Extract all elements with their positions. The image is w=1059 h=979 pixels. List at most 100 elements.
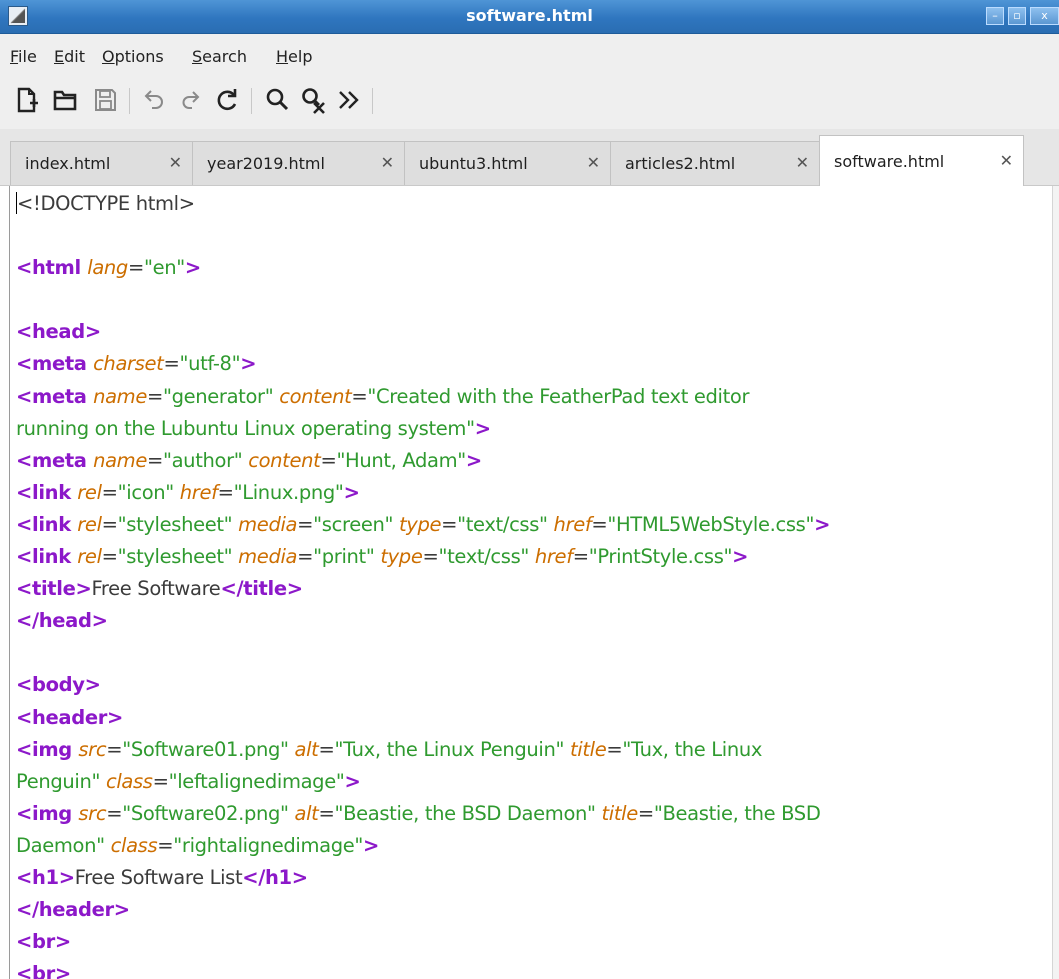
code-line[interactable]: <br> xyxy=(16,926,1056,958)
code-token: "Software02.png" xyxy=(122,801,295,825)
tab-bar: index.html ✕ year2019.html ✕ ubuntu3.htm… xyxy=(0,129,1059,186)
code-line[interactable]: <!DOCTYPE html> xyxy=(16,188,1056,220)
code-line[interactable]: <head> xyxy=(16,316,1056,348)
code-token: "author" xyxy=(162,448,249,472)
code-line[interactable]: <br> xyxy=(16,958,1056,979)
code-token: > xyxy=(240,352,257,376)
code-line[interactable]: <body> xyxy=(16,669,1056,701)
code-token: title xyxy=(601,801,639,825)
code-line[interactable]: running on the Lubuntu Linux operating s… xyxy=(16,413,1056,445)
tab-label: software.html xyxy=(834,152,945,171)
code-token: = xyxy=(152,769,169,793)
code-token: class xyxy=(110,833,158,857)
code-line[interactable]: <img src="Software02.png" alt="Beastie, … xyxy=(16,798,1056,830)
tab-close-icon[interactable]: ✕ xyxy=(1000,151,1013,170)
toolbar-separator xyxy=(129,88,130,114)
code-line[interactable]: <img src="Software01.png" alt="Tux, the … xyxy=(16,734,1056,766)
menu-search[interactable]: Search xyxy=(192,47,247,66)
code-line[interactable]: <h1>Free Software List</h1> xyxy=(16,862,1056,894)
code-token: = xyxy=(163,352,180,376)
more-icon[interactable] xyxy=(334,85,364,115)
menu-options[interactable]: Options xyxy=(102,47,164,66)
tab-label: year2019.html xyxy=(207,154,325,173)
tab-close-icon[interactable]: ✕ xyxy=(796,153,809,172)
code-line[interactable]: <title>Free Software</title> xyxy=(16,573,1056,605)
code-line[interactable]: <link rel="icon" href="Linux.png"> xyxy=(16,477,1056,509)
code-token: = xyxy=(572,545,589,569)
tab-ubuntu3-html[interactable]: ubuntu3.html ✕ xyxy=(404,141,611,185)
tab-close-icon[interactable]: ✕ xyxy=(381,153,394,172)
code-token: rel xyxy=(77,545,102,569)
new-file-icon[interactable] xyxy=(12,85,42,115)
code-token: rel xyxy=(77,480,102,504)
code-token: running on the Lubuntu Linux operating s… xyxy=(16,416,475,440)
code-line[interactable] xyxy=(16,220,1056,252)
code-line[interactable]: <header> xyxy=(16,702,1056,734)
code-token: = xyxy=(101,545,118,569)
tab-articles2-html[interactable]: articles2.html ✕ xyxy=(610,141,820,185)
code-token: type xyxy=(398,512,442,536)
code-line[interactable]: Daemon" class="rightalignedimage"> xyxy=(16,830,1056,862)
menu-bar: File Edit Options Search Help xyxy=(0,34,1059,76)
close-window-button[interactable]: x xyxy=(1030,7,1059,25)
code-token: = xyxy=(637,801,654,825)
save-icon[interactable] xyxy=(90,85,120,115)
code-line[interactable]: Penguin" class="leftalignedimage"> xyxy=(16,766,1056,798)
code-token: = xyxy=(606,737,623,761)
code-line[interactable] xyxy=(16,284,1056,316)
replace-icon[interactable] xyxy=(298,85,328,115)
menu-help[interactable]: Help xyxy=(276,47,312,66)
code-token: "stylesheet" xyxy=(117,545,239,569)
menu-help-label: elp xyxy=(288,47,313,66)
code-token: "text/css" xyxy=(457,512,554,536)
code-token: = xyxy=(106,801,123,825)
code-line[interactable]: </head> xyxy=(16,605,1056,637)
code-token: > xyxy=(344,769,361,793)
code-line[interactable]: <link rel="stylesheet" media="screen" ty… xyxy=(16,509,1056,541)
undo-icon[interactable] xyxy=(140,85,170,115)
menu-edit[interactable]: Edit xyxy=(54,47,85,66)
redo-icon[interactable] xyxy=(176,85,206,115)
tab-software-html[interactable]: software.html ✕ xyxy=(819,135,1024,186)
title-bar[interactable]: software.html – ▫ x xyxy=(0,0,1059,34)
code-token: "Software01.png" xyxy=(122,737,295,761)
tab-close-icon[interactable]: ✕ xyxy=(587,153,600,172)
toolbar-separator xyxy=(372,88,373,114)
minimize-button[interactable]: – xyxy=(986,7,1004,25)
tab-year2019-html[interactable]: year2019.html ✕ xyxy=(192,141,405,185)
open-folder-icon[interactable] xyxy=(50,85,80,115)
code-token: "HTML5WebStyle.css" xyxy=(607,512,815,536)
code-token: <header> xyxy=(16,705,123,729)
code-token: name xyxy=(93,448,147,472)
code-line[interactable]: </header> xyxy=(16,894,1056,926)
code-line[interactable]: <meta charset="utf-8"> xyxy=(16,348,1056,380)
code-token: <head> xyxy=(16,320,101,344)
reload-icon[interactable] xyxy=(212,85,242,115)
code-line[interactable]: <meta name="author" content="Hunt, Adam"… xyxy=(16,445,1056,477)
code-line[interactable]: <html lang="en"> xyxy=(16,252,1056,284)
code-token: "PrintStyle.css" xyxy=(588,545,733,569)
tab-label: ubuntu3.html xyxy=(419,154,528,173)
code-token: = xyxy=(101,512,118,536)
code-token: <link xyxy=(16,545,78,569)
code-area[interactable]: <!DOCTYPE html> <html lang="en"> <head> <me… xyxy=(16,188,1056,979)
code-token: = xyxy=(318,737,335,761)
tab-index-html[interactable]: index.html ✕ xyxy=(10,141,193,185)
code-token: > xyxy=(732,545,749,569)
text-editor[interactable]: <!DOCTYPE html> <html lang="en"> <head> <me… xyxy=(0,186,1059,979)
code-token: = xyxy=(297,545,314,569)
code-line[interactable]: <meta name="generator" content="Created … xyxy=(16,381,1056,413)
menu-file[interactable]: File xyxy=(10,47,37,66)
code-token: = xyxy=(351,384,368,408)
vertical-scrollbar[interactable] xyxy=(1052,186,1059,979)
code-token: Free Software xyxy=(91,577,221,601)
code-token: <meta xyxy=(16,384,94,408)
code-line[interactable] xyxy=(16,637,1056,669)
code-token: <img xyxy=(16,737,79,761)
code-token: > xyxy=(363,833,380,857)
toolbar-separator xyxy=(251,88,252,114)
tab-close-icon[interactable]: ✕ xyxy=(169,153,182,172)
maximize-button[interactable]: ▫ xyxy=(1008,7,1026,25)
find-icon[interactable] xyxy=(262,85,292,115)
code-line[interactable]: <link rel="stylesheet" media="print" typ… xyxy=(16,541,1056,573)
